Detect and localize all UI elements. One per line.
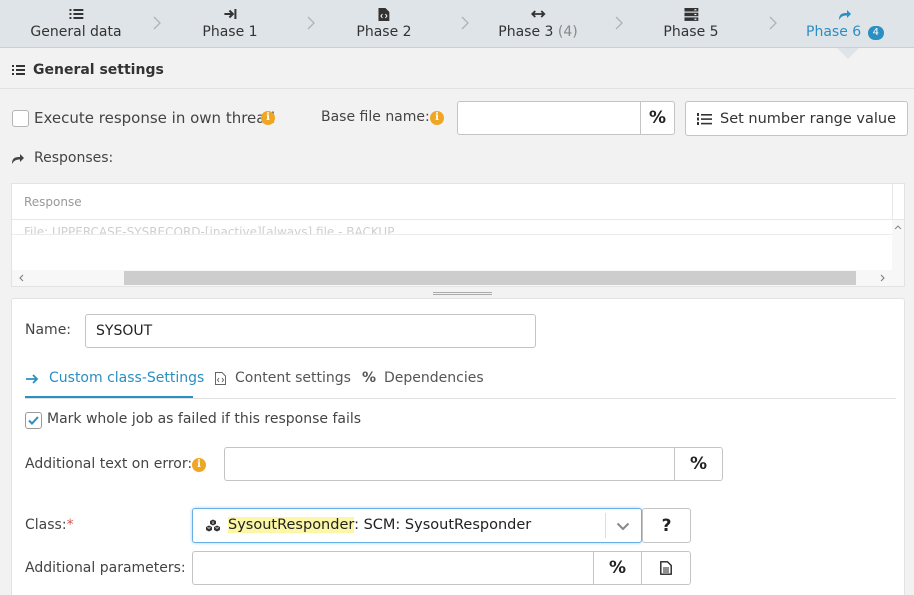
tab-custom-class-settings[interactable]: Custom class -Settings — [25, 370, 204, 398]
arrow-right-icon — [26, 374, 39, 384]
additional-text-label: Additional text on error: — [25, 456, 193, 472]
class-select[interactable]: SysoutResponder: SCM: SysoutResponder — [192, 508, 642, 543]
name-input[interactable]: SYSOUT — [85, 314, 536, 348]
step-badge: 4 — [867, 25, 884, 40]
info-icon[interactable]: i — [261, 111, 275, 125]
additional-params-input[interactable] — [192, 551, 594, 585]
column-header-response: Response — [24, 195, 82, 209]
base-file-label: Base file name: — [321, 109, 430, 125]
list-ol-icon — [697, 112, 712, 125]
step-phase-1[interactable]: Phase 1 — [202, 0, 258, 48]
horizontal-scrollbar[interactable] — [12, 270, 904, 286]
tabs-divider — [25, 398, 896, 399]
placeholder-button[interactable]: % — [593, 551, 642, 585]
responses-title: Responses: — [34, 150, 114, 166]
info-icon[interactable]: i — [430, 111, 444, 125]
arrows-horizontal-icon — [530, 8, 546, 22]
step-label: Phase 5 — [663, 23, 719, 40]
step-label: General data — [30, 23, 122, 40]
scroll-left-icon — [19, 274, 24, 282]
step-phase-5[interactable]: Phase 5 — [663, 0, 719, 48]
step-label: Phase 2 — [356, 23, 412, 40]
vertical-scrollbar[interactable] — [892, 220, 904, 270]
percent-icon: % — [648, 108, 667, 128]
tab-label-b: -Settings — [141, 370, 205, 386]
list-icon — [68, 8, 83, 22]
tab-dependencies[interactable]: % Dependencies — [362, 370, 484, 398]
info-icon[interactable]: i — [192, 458, 206, 472]
additional-text-input[interactable] — [224, 447, 675, 481]
cubes-icon — [206, 519, 220, 532]
placeholder-button[interactable]: % — [674, 447, 723, 481]
splitter-handle[interactable] — [433, 292, 492, 295]
file-code-icon — [378, 7, 390, 22]
required-marker: * — [66, 517, 74, 533]
step-label: Phase 1 — [202, 23, 258, 40]
name-label: Name: — [25, 322, 72, 338]
class-label: Class: — [25, 517, 67, 533]
response-cell: File: UPPERCASE-SYSRECORD-[inactive][alw… — [24, 225, 395, 234]
scroll-up-icon — [894, 225, 902, 230]
step-count: (4) — [557, 23, 578, 40]
scroll-right-icon — [880, 274, 885, 282]
class-help-button[interactable]: ? — [642, 508, 691, 543]
wizard-steps: General data Phase 1 Phase 2 Phase 3 (4)… — [0, 0, 914, 48]
step-general-data[interactable]: General data — [30, 0, 122, 48]
class-rest: : SCM: SysoutResponder — [354, 517, 532, 533]
chevron-right-icon — [153, 16, 161, 30]
step-phase-3[interactable]: Phase 3 (4) — [498, 0, 578, 48]
chevron-right-icon — [307, 16, 315, 30]
chevron-right-icon — [615, 16, 623, 30]
server-icon — [683, 7, 698, 22]
file-code-icon — [215, 372, 226, 385]
share-arrow-icon — [11, 152, 25, 165]
share-arrow-icon — [838, 8, 852, 22]
table-header: Response — [12, 184, 904, 220]
base-file-input[interactable] — [457, 101, 641, 135]
placeholder-button[interactable]: % — [640, 101, 675, 135]
step-label: Phase 6 — [806, 23, 862, 40]
table-row[interactable]: File: UPPERCASE-SYSRECORD-[inactive][alw… — [12, 221, 892, 234]
edit-params-button[interactable] — [641, 551, 691, 585]
active-step-pointer — [837, 48, 859, 59]
mark-failed-checkbox[interactable] — [25, 412, 42, 429]
list-icon — [12, 64, 25, 76]
scrollbar-thumb[interactable] — [124, 271, 856, 285]
chevron-right-icon — [769, 16, 777, 30]
responses-table: Response File: UPPERCASE-SYSRECORD-[inac… — [11, 183, 905, 287]
section-title-general-settings: General settings — [33, 62, 164, 78]
name-value: SYSOUT — [96, 323, 153, 339]
additional-params-label: Additional parameters: — [25, 560, 186, 576]
own-thread-checkbox[interactable] — [12, 110, 29, 127]
step-phase-2[interactable]: Phase 2 — [356, 0, 412, 48]
checkmark-icon — [28, 416, 39, 425]
percent-icon: % — [362, 370, 377, 386]
own-thread-label: Execute response in own thread — [34, 109, 275, 127]
chevron-down-icon — [616, 522, 630, 531]
arrow-to-line-icon — [223, 8, 237, 22]
divider — [0, 88, 914, 89]
tab-label: Content settings — [235, 370, 351, 386]
question-icon: ? — [661, 515, 672, 536]
tab-label: Dependencies — [384, 370, 484, 386]
percent-icon: % — [608, 558, 627, 578]
tab-label-a: Custom class — [49, 370, 142, 386]
class-highlight: SysoutResponder — [228, 517, 355, 533]
set-number-range-button[interactable]: Set number range value — [685, 101, 908, 136]
tab-content-settings[interactable]: Content settings — [215, 370, 351, 398]
step-phase-6[interactable]: Phase 6 4 — [806, 0, 884, 48]
set-number-range-label: Set number range value — [720, 110, 896, 127]
mark-failed-label: Mark whole job as failed if this respons… — [47, 411, 362, 427]
percent-icon: % — [689, 454, 708, 474]
file-text-icon — [660, 561, 672, 575]
chevron-right-icon — [461, 16, 469, 30]
step-label: Phase 3 — [498, 23, 554, 40]
